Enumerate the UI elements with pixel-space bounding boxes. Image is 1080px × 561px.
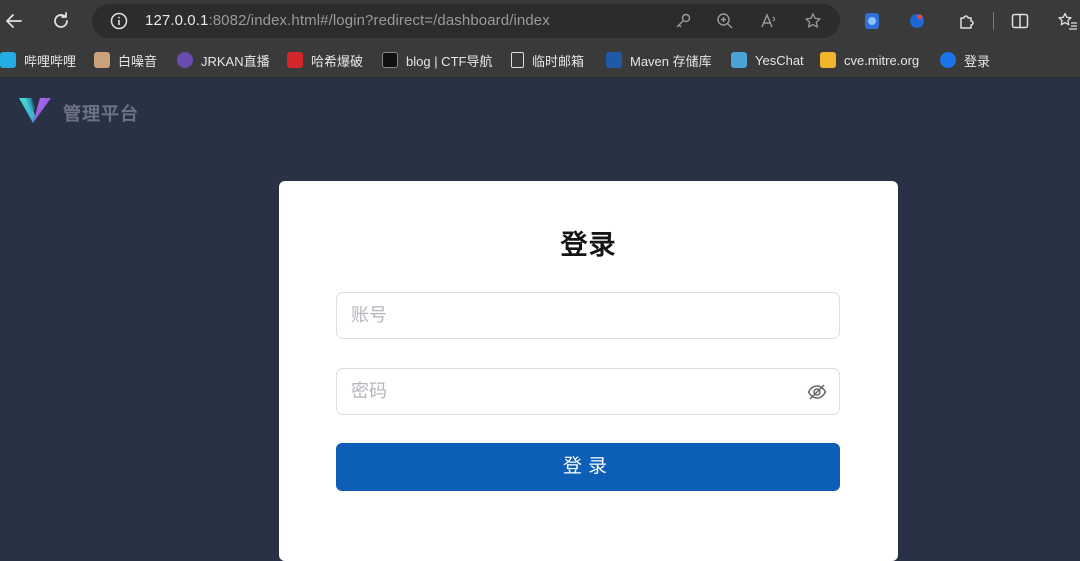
bookmark-white-noise[interactable]: 白噪音 — [94, 50, 157, 70]
bookmark-yeschat[interactable]: YesChat — [731, 50, 804, 70]
extensions-puzzle-icon[interactable] — [957, 11, 977, 31]
bookmark-label: 临时邮箱 — [532, 53, 585, 69]
extension-shield-icon[interactable] — [862, 11, 882, 31]
bookmark-label: 哈希爆破 — [311, 53, 364, 69]
bookmark-label: blog | CTF导航 — [406, 53, 493, 69]
bookmark-maven[interactable]: Maven 存储库 — [606, 50, 712, 70]
login-card: 登录 登录 — [279, 181, 898, 561]
maven-icon — [606, 52, 622, 68]
login-title: 登录 — [560, 230, 617, 260]
bookmark-cve-mitre[interactable]: cve.mitre.org — [820, 50, 919, 70]
bookmark-hash-crack[interactable]: 哈希爆破 — [287, 50, 363, 70]
password-input[interactable] — [351, 369, 791, 414]
username-field[interactable] — [336, 292, 840, 339]
browser-toolbar: 127.0.0.1:8082/index.html#/login?redirec… — [0, 0, 1080, 42]
bookmark-label: YesChat — [755, 52, 804, 68]
bookmarks-bar: 哔哩哔哩 白噪音 JRKAN直播 哈希爆破 blog | CTF导航 临时邮箱 … — [0, 42, 1080, 78]
bookmark-ctf-blog[interactable]: blog | CTF导航 — [382, 50, 492, 70]
cat-icon — [94, 52, 110, 68]
extension-blue-icon[interactable] — [907, 11, 927, 31]
logo-icon — [19, 98, 51, 123]
d-badge-icon — [287, 52, 303, 68]
refresh-icon — [54, 12, 68, 28]
bilibili-icon — [0, 52, 16, 68]
zoom-icon[interactable] — [716, 12, 734, 30]
gs-icon — [940, 52, 956, 68]
bookmark-label: Maven 存储库 — [630, 53, 712, 69]
eye-off-icon[interactable] — [807, 382, 827, 402]
login-page: 管理平台 登录 登录 — [0, 78, 1080, 561]
bookmark-label: JRKAN直播 — [201, 53, 270, 69]
address-bar[interactable]: 127.0.0.1:8082/index.html#/login?redirec… — [92, 4, 840, 38]
url-host: 127.0.0.1 — [145, 12, 209, 29]
username-input[interactable] — [351, 293, 791, 338]
bookmark-label: 哔哩哔哩 — [24, 53, 77, 69]
folder-icon — [820, 52, 836, 68]
url-text[interactable]: 127.0.0.1:8082/index.html#/login?redirec… — [145, 12, 550, 29]
bookmark-login[interactable]: 登录 — [940, 50, 990, 70]
toolbar-separator — [993, 12, 994, 30]
key-icon[interactable] — [674, 12, 692, 30]
bookmark-jrkan[interactable]: JRKAN直播 — [177, 50, 270, 70]
wolf-icon — [382, 52, 398, 68]
favorites-list-icon[interactable] — [1057, 11, 1077, 31]
password-field[interactable] — [336, 368, 840, 415]
refresh-button[interactable] — [43, 3, 79, 39]
split-screen-icon[interactable] — [1010, 11, 1030, 31]
bookmark-label: 登录 — [964, 53, 991, 69]
bookmark-label: 白噪音 — [118, 53, 158, 69]
globe-icon — [177, 52, 193, 68]
login-button[interactable]: 登录 — [336, 443, 840, 491]
bookmark-label: cve.mitre.org — [844, 52, 920, 68]
chart-icon — [731, 52, 747, 68]
back-arrow-icon — [6, 14, 22, 28]
bookmark-temp-mail[interactable]: 临时邮箱 — [511, 50, 584, 70]
page-icon — [511, 52, 524, 68]
brand-name: 管理平台 — [63, 104, 139, 124]
bookmark-bilibili[interactable]: 哔哩哔哩 — [0, 50, 76, 70]
back-button[interactable] — [0, 3, 32, 39]
favorite-star-icon[interactable] — [804, 12, 822, 30]
read-aloud-icon[interactable] — [760, 12, 778, 30]
info-icon[interactable] — [110, 12, 128, 30]
url-path: :8082/index.html#/login?redirect=/dashbo… — [208, 12, 550, 29]
